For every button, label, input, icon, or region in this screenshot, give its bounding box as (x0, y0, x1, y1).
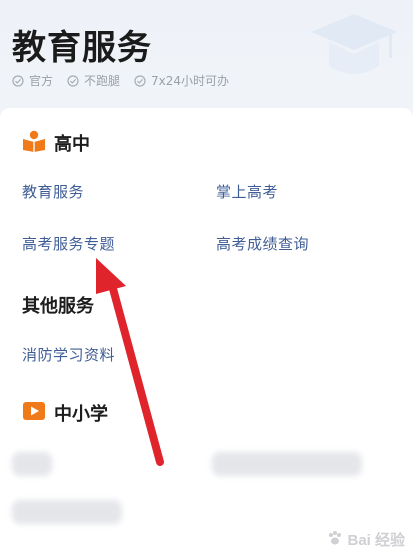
book-person-icon (22, 130, 46, 156)
tag-official: 官方 (12, 72, 53, 89)
watermark-text: Bai 经验 (347, 532, 405, 549)
feature-tags: 官方 不跑腿 7x24小时可办 (12, 72, 229, 89)
link-mobile-gaokao[interactable]: 掌上高考 (216, 181, 278, 202)
section-title: 中小学 (54, 404, 108, 425)
services-card: 高中 教育服务 掌上高考 高考服务专题 高考成绩查询 其他服务 消防学习资料 中… (0, 108, 413, 554)
graduation-cap-icon (309, 8, 399, 92)
check-circle-icon (134, 74, 146, 87)
check-circle-icon (67, 74, 79, 87)
blurred-link[interactable] (212, 452, 362, 476)
play-folder-icon (22, 400, 46, 426)
tag-label: 官方 (29, 74, 54, 88)
section-title: 高中 (54, 134, 90, 155)
blurred-link[interactable] (12, 452, 52, 476)
section-title: 其他服务 (22, 296, 94, 317)
tag-label: 7x24小时可办 (151, 74, 230, 88)
paw-icon (327, 530, 343, 550)
blurred-link[interactable] (12, 500, 122, 524)
link-fire-safety-materials[interactable]: 消防学习资料 (22, 344, 115, 365)
section-high-school: 高中 (22, 130, 90, 156)
check-circle-icon (12, 74, 24, 87)
section-other-services: 其他服务 (22, 292, 94, 318)
tag-no-errand: 不跑腿 (67, 72, 120, 89)
link-gaokao-score-query[interactable]: 高考成绩查询 (216, 233, 309, 254)
link-education-services[interactable]: 教育服务 (22, 181, 84, 202)
watermark: Bai 经验 (327, 529, 405, 550)
tag-label: 不跑腿 (84, 74, 121, 88)
page-title: 教育服务 (12, 28, 152, 68)
link-gaokao-topic[interactable]: 高考服务专题 (22, 233, 115, 254)
tag-24h: 7x24小时可办 (134, 72, 229, 89)
section-primary-middle: 中小学 (22, 400, 108, 426)
